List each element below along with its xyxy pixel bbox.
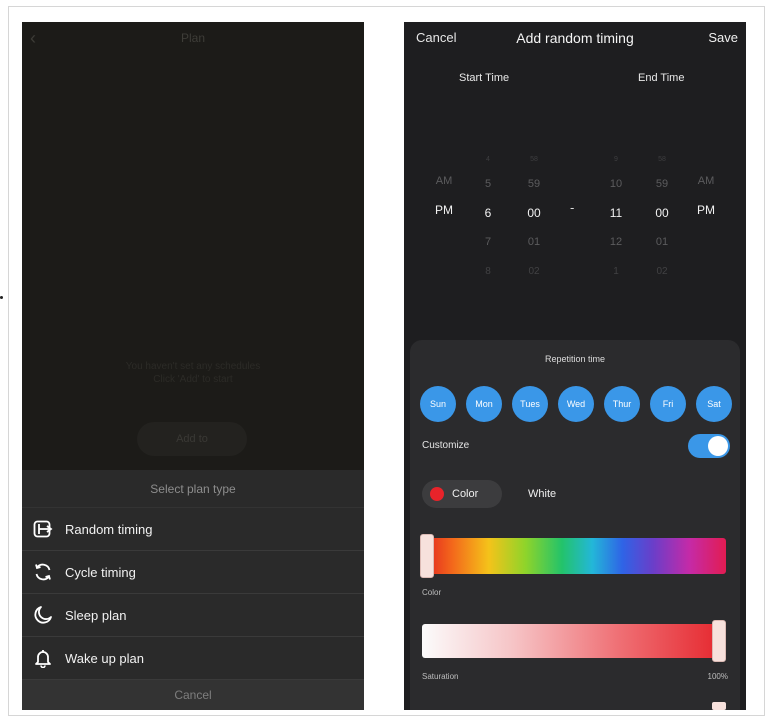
picker-value-selected: 00 [655, 206, 669, 220]
picker-value-selected: PM [435, 203, 453, 217]
day-toggle-tues[interactable]: Tues [512, 386, 548, 422]
plan-option-label: Random timing [65, 521, 153, 537]
customize-toggle[interactable] [688, 434, 730, 458]
add-random-timing-screen: Cancel Add random timing Save Start Time… [404, 22, 746, 710]
next-slider-thumb[interactable] [712, 702, 726, 710]
weekday-selector: Sun Mon Tues Wed Thur Fri Sat [420, 386, 732, 422]
picker-value: 10 [609, 178, 623, 190]
repetition-title: Repetition time [544, 354, 606, 364]
start-time-label: Start Time [459, 72, 510, 84]
plan-option-wake-up-plan[interactable]: Wake up plan [22, 637, 364, 680]
picker-value: 8 [485, 266, 491, 277]
picker-value: 02 [528, 266, 540, 277]
picker-value: AM [435, 175, 453, 187]
time-range-separator: - [570, 200, 575, 215]
start-hour-picker[interactable]: 4 5 6 7 8 [476, 150, 500, 286]
plan-option-label: Wake up plan [65, 650, 145, 666]
page-title: Add random timing [516, 30, 634, 46]
save-button[interactable]: Save [708, 30, 738, 45]
day-toggle-wed[interactable]: Wed [558, 386, 594, 422]
saturation-slider[interactable] [422, 624, 726, 658]
picker-value-selected: PM [697, 203, 715, 217]
toggle-knob [708, 436, 728, 456]
picker-value-selected: 6 [484, 206, 492, 220]
picker-value: 02 [656, 266, 668, 277]
end-time-label: End Time [638, 72, 685, 84]
sheet-title: Select plan type [22, 470, 364, 508]
picker-value: 4 [486, 156, 490, 163]
plan-option-label: Sleep plan [65, 607, 127, 623]
saturation-label: Saturation [422, 672, 459, 681]
picker-value: 59 [655, 178, 669, 190]
empty-state-line-1: You haven't set any schedules [125, 361, 261, 372]
random-timing-icon [32, 518, 54, 540]
settings-panel: Repetition time Sun Mon Tues Wed Thur Fr… [410, 340, 740, 710]
picker-value: 9 [614, 156, 618, 163]
page-title: Plan [180, 31, 206, 45]
picker-value: 58 [530, 156, 538, 163]
end-hour-picker[interactable]: 9 10 11 12 1 [604, 150, 628, 286]
start-ampm-picker[interactable]: AM PM [430, 167, 458, 225]
picker-value: 1 [613, 266, 619, 277]
end-minute-picker[interactable]: 58 59 00 01 02 [648, 150, 676, 286]
timing-header: Cancel Add random timing Save [404, 22, 746, 54]
picker-value: 59 [527, 178, 541, 190]
wake-up-bell-icon [32, 647, 54, 669]
empty-state: You haven't set any schedules Click 'Add… [22, 360, 364, 386]
start-minute-picker[interactable]: 58 59 00 01 02 [520, 150, 548, 286]
mode-color-button[interactable]: Color [422, 480, 502, 508]
plan-type-sheet: Select plan type Random timing Cycle tim… [22, 470, 364, 710]
plan-option-cycle-timing[interactable]: Cycle timing [22, 551, 364, 594]
picker-value-selected: 00 [527, 206, 541, 220]
picker-value: 5 [484, 178, 492, 190]
cycle-timing-icon [32, 561, 54, 583]
sheet-cancel-button[interactable]: Cancel [22, 680, 364, 710]
picker-value: AM [697, 175, 715, 187]
plan-header: ‹ Plan [22, 22, 364, 56]
end-ampm-picker[interactable]: AM PM [692, 167, 720, 225]
picker-value: 12 [609, 236, 623, 248]
color-hue-slider[interactable] [422, 538, 726, 574]
plan-screen: ‹ Plan You haven't set any schedules Cli… [22, 22, 364, 710]
picker-value: 58 [658, 156, 666, 163]
day-toggle-mon[interactable]: Mon [466, 386, 502, 422]
stray-mark [0, 296, 3, 299]
mode-color-label: Color [452, 488, 479, 500]
day-toggle-sun[interactable]: Sun [420, 386, 456, 422]
saturation-value: 100% [707, 672, 728, 681]
day-toggle-thur[interactable]: Thur [604, 386, 640, 422]
day-toggle-sat[interactable]: Sat [696, 386, 732, 422]
empty-state-line-2: Click 'Add' to start [153, 374, 233, 385]
saturation-slider-thumb[interactable] [712, 620, 726, 662]
customize-label: Customize [422, 440, 470, 451]
add-button[interactable]: Add to [137, 422, 247, 456]
mode-white-button[interactable]: White [528, 488, 556, 500]
color-slider-label: Color [422, 588, 442, 597]
plan-option-sleep-plan[interactable]: Sleep plan [22, 594, 364, 637]
picker-value: 7 [484, 236, 492, 248]
color-dot-icon [430, 487, 444, 501]
plan-option-random-timing[interactable]: Random timing [22, 508, 364, 551]
picker-value: 01 [655, 236, 669, 248]
day-toggle-fri[interactable]: Fri [650, 386, 686, 422]
sleep-plan-icon [32, 604, 54, 626]
picker-value: 01 [527, 236, 541, 248]
plan-option-label: Cycle timing [65, 564, 136, 580]
picker-value-selected: 11 [609, 206, 623, 220]
color-slider-thumb[interactable] [420, 534, 434, 578]
